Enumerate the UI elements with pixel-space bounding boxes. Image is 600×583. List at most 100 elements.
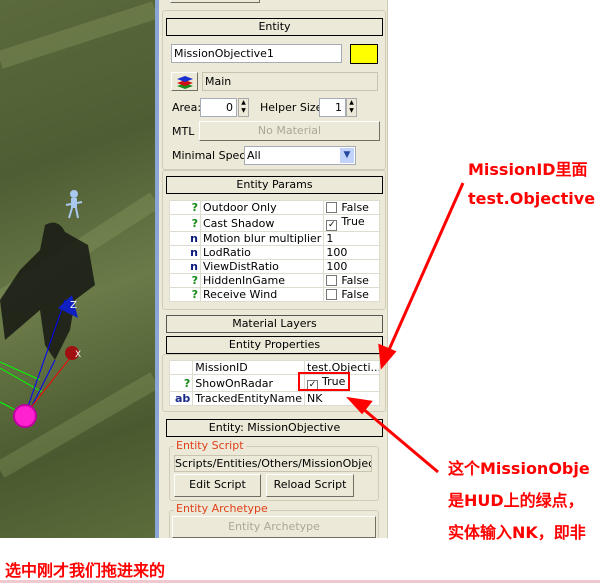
min-spec-value: All <box>247 149 261 162</box>
property-value: NK <box>307 392 323 405</box>
entity-archetype-label: Entity Archetype <box>174 502 270 515</box>
arrow-to-missionid <box>378 182 465 370</box>
checkbox[interactable] <box>326 202 338 213</box>
number-icon: n <box>169 259 201 274</box>
number-icon: n <box>169 231 201 246</box>
helper-size-label: Helper Size: <box>260 101 327 114</box>
annotation-missionid-2: test.Objective <box>468 189 596 208</box>
property-value-cell[interactable]: 100 <box>323 259 380 274</box>
property-name: ShowOnRadar <box>192 374 305 392</box>
boolean-icon: ? <box>169 273 201 288</box>
property-value: 100 <box>326 260 348 273</box>
property-value-cell[interactable]: False <box>323 287 380 302</box>
property-value: False <box>341 288 369 301</box>
property-name: Cast Shadow <box>199 214 325 232</box>
layer-button[interactable] <box>171 72 198 91</box>
soldier-character <box>0 222 95 360</box>
property-row[interactable]: n ViewDistRatio 100 <box>169 259 380 274</box>
property-value: True <box>322 375 346 389</box>
area-spinner[interactable]: ▲ ▼ <box>238 98 249 117</box>
top-button-partial[interactable] <box>170 0 260 3</box>
property-row[interactable]: ? Outdoor Only False <box>169 200 380 215</box>
layer-field: Main <box>202 72 378 91</box>
boolean-icon: ? <box>169 287 201 302</box>
boolean-icon: ? <box>168 374 194 392</box>
layers-icon <box>176 76 193 89</box>
annotation-missionid-1: MissionID里面 <box>468 160 588 179</box>
area-label: Area: <box>172 101 202 114</box>
annotation-radar-1: 这个MissionObje <box>448 459 590 478</box>
property-value-cell[interactable]: False <box>323 273 380 288</box>
property-name: MissionID <box>192 360 305 375</box>
entity-script-label: Entity Script <box>174 439 246 452</box>
entity-properties-header[interactable]: Entity Properties <box>166 336 383 354</box>
person-helper-icon <box>65 190 83 219</box>
property-row[interactable]: ? HiddenInGame False <box>169 273 380 288</box>
checkbox[interactable] <box>326 275 338 286</box>
property-name: HiddenInGame <box>199 273 325 288</box>
property-name: TrackedEntityName <box>192 391 305 406</box>
property-row[interactable]: ? Cast Shadow ✓ True <box>169 214 380 232</box>
property-row[interactable]: ? Receive Wind False <box>169 287 380 302</box>
property-value: 1 <box>326 232 334 245</box>
property-value: 100 <box>326 246 348 259</box>
property-value-cell[interactable]: ✓ True <box>304 374 380 392</box>
entity-params-header[interactable]: Entity Params <box>166 176 383 194</box>
annotation-radar-2: 是HUD上的绿点， <box>448 491 584 510</box>
entity-color-swatch[interactable] <box>350 44 378 64</box>
annotation-radar-3: 实体输入NK，即非 <box>448 523 586 542</box>
property-row[interactable]: ? ShowOnRadar ✓ True <box>168 374 380 392</box>
property-value: False <box>341 274 369 287</box>
property-value: test.Objecti... <box>307 361 380 374</box>
property-row[interactable]: n Motion blur multiplier 1 <box>169 231 380 246</box>
property-name: LodRatio <box>199 245 325 260</box>
chevron-down-icon[interactable]: ▼ <box>340 148 354 163</box>
entity-pivot-icon <box>13 404 37 428</box>
property-value-cell[interactable]: 1 <box>323 231 380 246</box>
checkbox[interactable]: ✓ <box>307 380 318 391</box>
area-input[interactable]: 0 <box>200 98 237 117</box>
property-row[interactable]: ab TrackedEntityName NK <box>168 391 380 406</box>
min-spec-select[interactable]: All ▼ <box>244 146 356 165</box>
entity-params-table: ? Outdoor Only False? Cast Shadow ✓ True n Moti… <box>169 200 380 302</box>
property-value: True <box>341 215 365 229</box>
helper-size-input[interactable]: 1 <box>319 98 346 117</box>
entity-name-input[interactable]: MissionObjective1 <box>171 44 342 63</box>
script-path-field: Scripts/Entities/Others/MissionObjective… <box>174 455 372 472</box>
x-axis-label: X <box>75 350 81 360</box>
property-name: Receive Wind <box>199 287 325 302</box>
property-name: Motion blur multiplier <box>199 231 325 246</box>
property-name: ViewDistRatio <box>199 259 325 274</box>
boolean-icon: ? <box>169 214 201 232</box>
boolean-icon: ? <box>169 200 201 215</box>
checkbox[interactable]: ✓ <box>326 220 338 231</box>
material-layers-header[interactable]: Material Layers <box>166 315 383 333</box>
entity-header[interactable]: Entity <box>166 18 383 36</box>
annotation-bottom: 选中刚才我们拖进来的 <box>5 561 166 580</box>
property-value-cell[interactable]: False <box>323 200 380 215</box>
mtl-label: MTL <box>172 125 195 138</box>
string-icon: ab <box>168 391 194 406</box>
helper-size-spinner[interactable]: ▲ ▼ <box>346 98 357 117</box>
edit-script-button[interactable]: Edit Script <box>174 474 261 497</box>
material-button[interactable]: No Material <box>199 121 380 141</box>
min-spec-label: Minimal Spec: <box>172 149 250 162</box>
property-value-cell[interactable]: NK <box>304 391 380 406</box>
blank-icon <box>168 360 194 375</box>
reload-script-button[interactable]: Reload Script <box>266 474 354 497</box>
property-value-cell[interactable]: test.Objecti... <box>304 360 380 375</box>
property-value-cell[interactable]: ✓ True <box>323 214 380 232</box>
viewport-scene: Z X <box>0 1 160 478</box>
property-row[interactable]: MissionID test.Objecti... <box>168 360 380 375</box>
z-axis-label: Z <box>70 300 77 311</box>
property-value-cell[interactable]: 100 <box>323 245 380 260</box>
checkbox[interactable] <box>326 289 338 300</box>
property-name: Outdoor Only <box>199 200 325 215</box>
property-value: False <box>341 201 369 214</box>
number-icon: n <box>169 245 201 260</box>
property-row[interactable]: n LodRatio 100 <box>169 245 380 260</box>
entity-class-header[interactable]: Entity: MissionObjective <box>166 419 383 437</box>
entity-properties-table: MissionID test.Objecti...? ShowOnRadar ✓ Tru… <box>168 360 380 406</box>
entity-archetype-button[interactable]: Entity Archetype <box>172 516 376 538</box>
3d-viewport[interactable]: Z X <box>0 0 160 538</box>
